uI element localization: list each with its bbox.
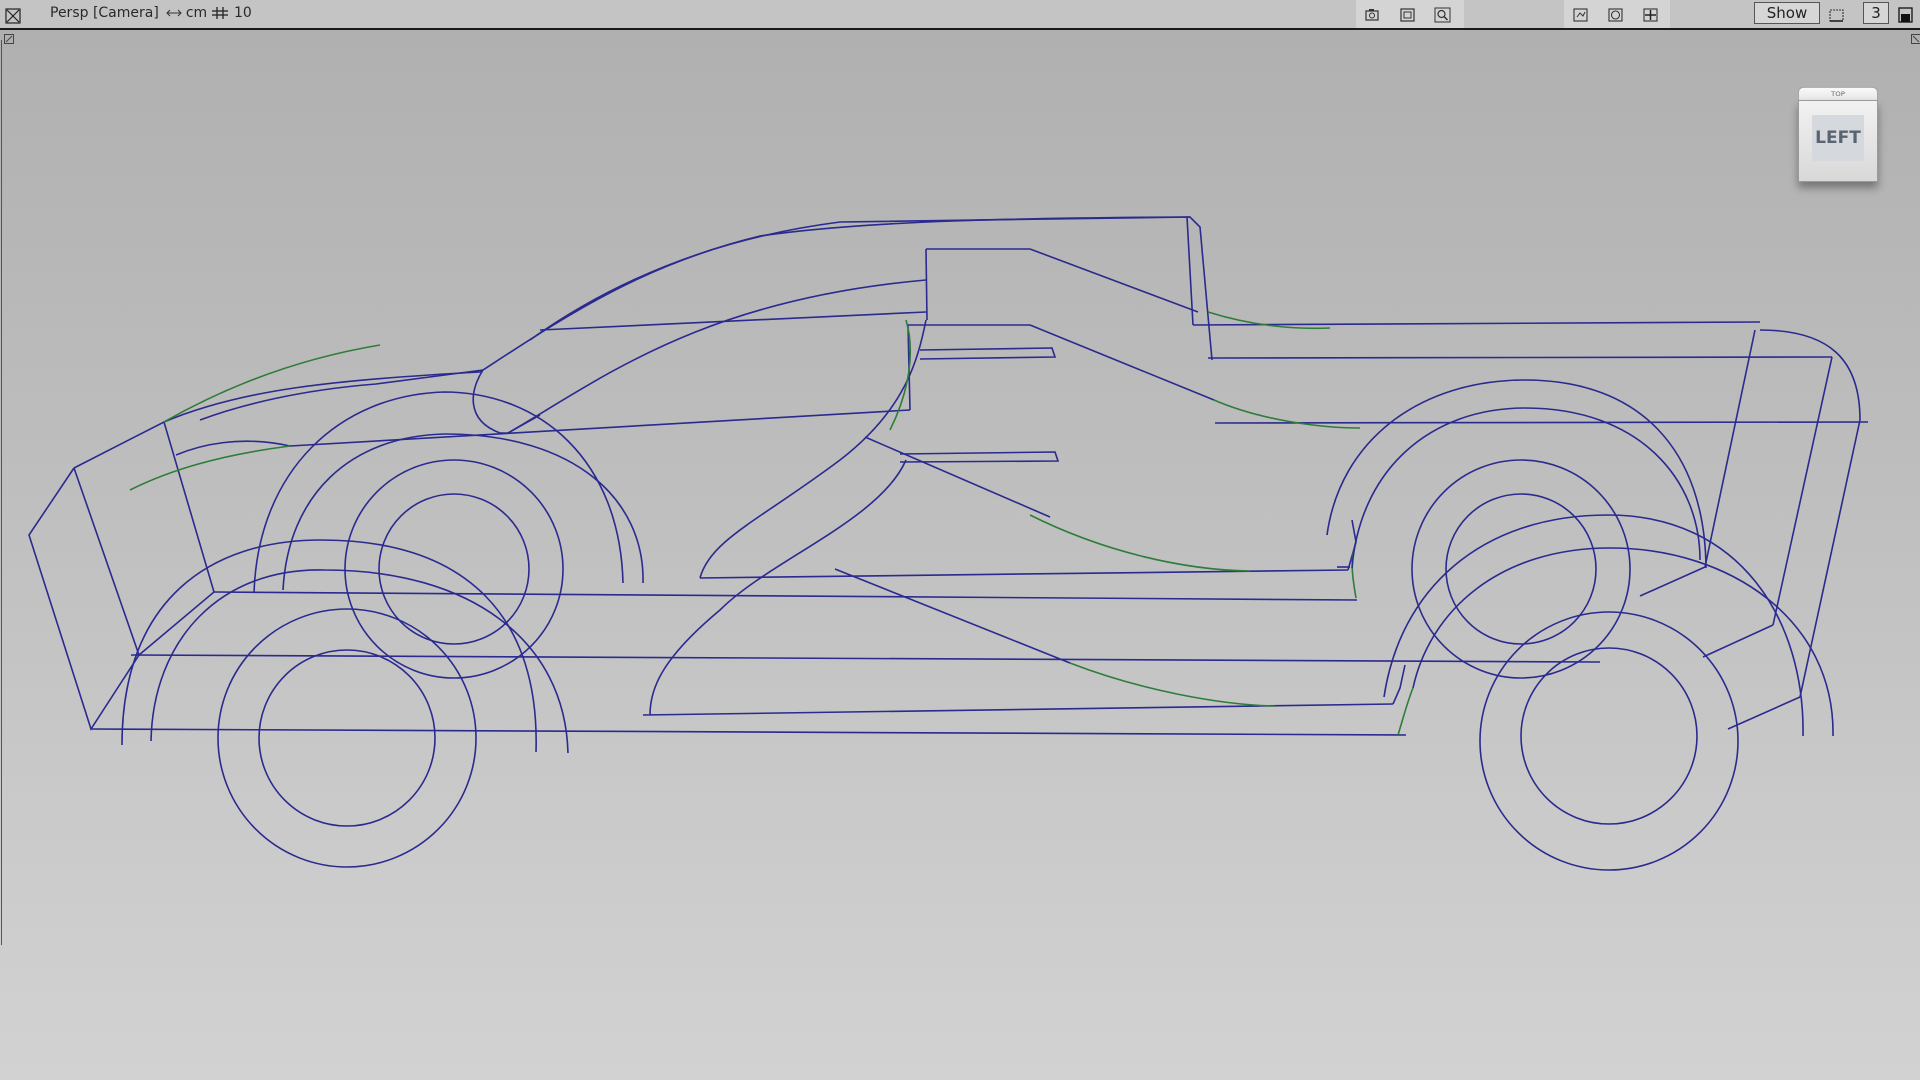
camera-label: Persp [Camera] — [50, 5, 159, 21]
show-menu-button[interactable]: Show — [1754, 2, 1820, 24]
grid-size-value: 10 — [234, 5, 252, 21]
view-count-field[interactable]: 3 — [1863, 2, 1889, 24]
unit-label: cm — [185, 5, 208, 21]
close-icon — [5, 8, 21, 24]
view-cube[interactable]: TOP LEFT — [1788, 68, 1884, 188]
pan-icon — [1643, 8, 1658, 22]
view-cube-face-label: LEFT — [1812, 115, 1864, 161]
viewport-close-button[interactable] — [5, 8, 21, 24]
car-wireframe[interactable] — [0, 30, 1920, 1080]
zoom-tool-button[interactable] — [1433, 6, 1453, 24]
wireframe-curves — [28, 216, 1869, 736]
camera-tool-button[interactable] — [1363, 6, 1383, 24]
zoom-icon — [1434, 7, 1451, 23]
isolate-button[interactable] — [1606, 6, 1626, 24]
highlight-curves — [129, 311, 1414, 736]
double-arrow-icon — [166, 9, 182, 17]
front-arch-inner — [150, 569, 569, 754]
grid-icon — [212, 7, 228, 19]
rear-wheel-outer — [1479, 611, 1739, 871]
view-cube-face[interactable]: LEFT — [1798, 100, 1878, 182]
3d-viewport[interactable]: TOP LEFT — [0, 30, 1920, 1080]
display-toggle-button[interactable] — [1571, 6, 1591, 24]
frame-tool-button[interactable] — [1398, 6, 1418, 24]
front-arch-rear-inner — [282, 433, 644, 591]
pan-button[interactable] — [1641, 6, 1661, 24]
rear-wheel-outer-rear — [1411, 459, 1631, 679]
viewport-toolbar: Persp [Camera] cm 10 Show 3 — [0, 0, 1920, 30]
front-wheel-outer-rear — [344, 459, 564, 679]
camera-icon — [1365, 9, 1379, 21]
rear-arch-rear-inner — [1351, 407, 1701, 569]
layout-icon — [1829, 9, 1844, 22]
layout-button[interactable] — [1827, 6, 1847, 24]
maximize-icon — [1898, 7, 1913, 23]
camera-menu[interactable]: Persp [Camera] cm — [50, 5, 207, 21]
front-wheel-inner — [258, 649, 436, 827]
frame-icon — [1400, 8, 1415, 22]
front-wheel-outer — [217, 608, 477, 868]
display-toggle-icon — [1573, 8, 1588, 22]
rear-arch-inner — [1412, 547, 1834, 737]
grid-size-control[interactable]: 10 — [211, 5, 252, 21]
isolate-icon — [1608, 8, 1623, 22]
maximize-button[interactable] — [1896, 6, 1916, 24]
